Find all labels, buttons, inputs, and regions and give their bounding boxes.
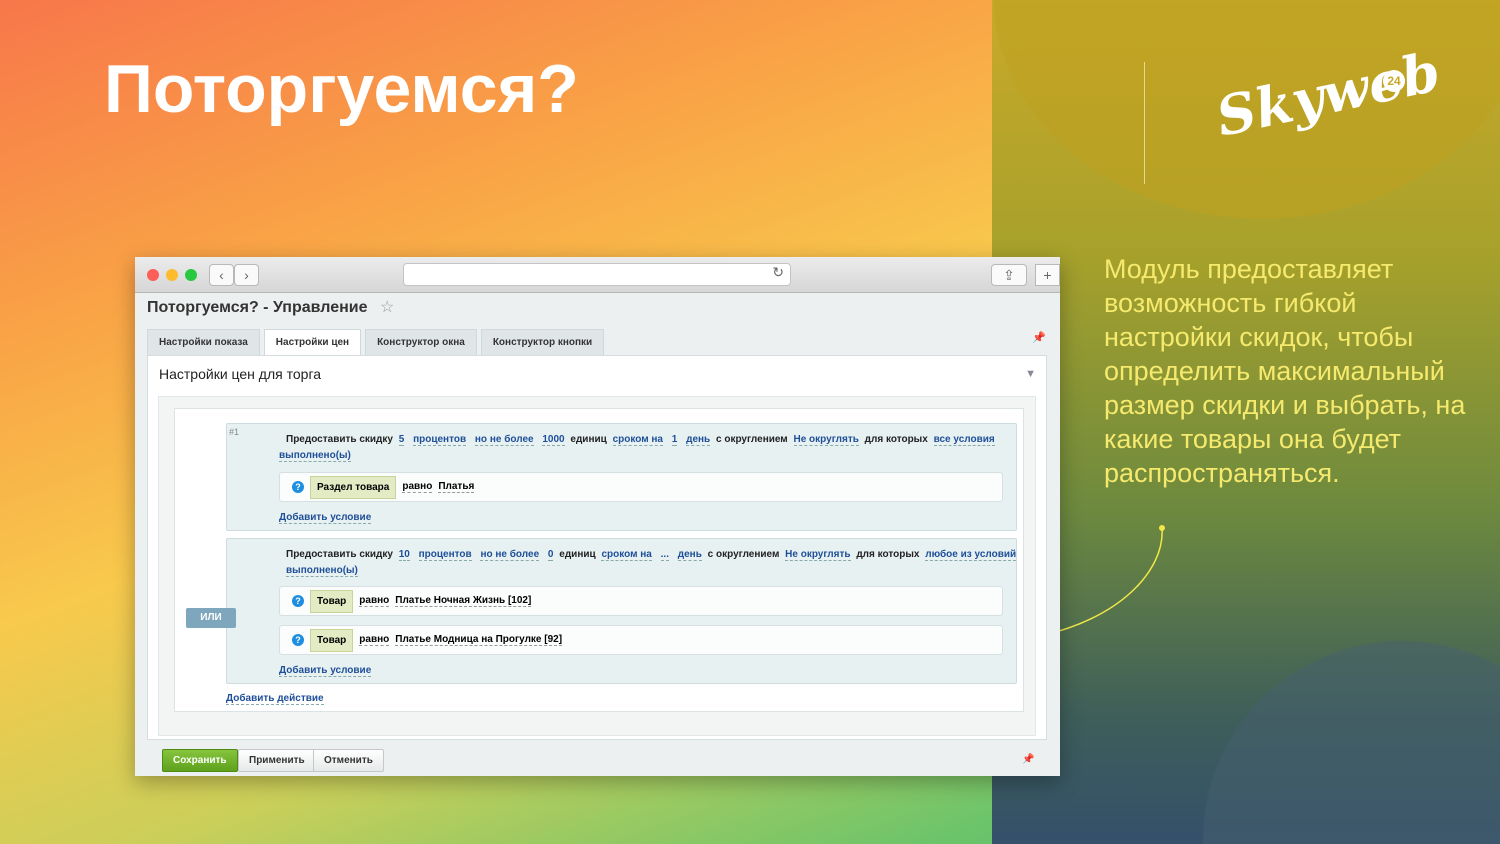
maximize-button[interactable] (185, 269, 197, 281)
browser-toolbar: ‹ › ↻ ⇪ + (135, 257, 1060, 293)
apply-button[interactable]: Применить (238, 749, 316, 772)
close-button[interactable] (147, 269, 159, 281)
condition-mode[interactable]: любое из условий (925, 549, 1016, 561)
condition-done[interactable]: выполнено(ы) (279, 450, 351, 462)
label: с округлением (708, 549, 780, 560)
tabs: Настройки показа Настройки цен Конструкт… (147, 329, 604, 355)
collapse-icon[interactable]: ▼ (1025, 368, 1036, 380)
address-bar[interactable]: ↻ (403, 263, 791, 286)
discount-unit[interactable]: процентов (419, 549, 472, 561)
tab-display-settings[interactable]: Настройки показа (147, 329, 260, 355)
condition-operator[interactable]: равно (359, 634, 389, 646)
action-2: Предоставить скидку 10 процентов но не б… (226, 538, 1017, 684)
limit-value[interactable]: 0 (548, 549, 554, 561)
limit-label[interactable]: но не более (475, 434, 534, 446)
discount-unit[interactable]: процентов (413, 434, 466, 446)
admin-page: Поторгуемся? - Управление ☆ Настройки по… (135, 293, 1060, 776)
condition-row: ? Товар равно Платье Модница на Прогулке… (279, 625, 1003, 655)
tab-button-builder[interactable]: Конструктор кнопки (481, 329, 604, 355)
save-button[interactable]: Сохранить (162, 749, 238, 772)
term-unit[interactable]: день (686, 434, 710, 446)
settings-panel: Настройки цен для торга ▼ #1 Предоставит… (147, 355, 1047, 740)
or-badge: или (186, 608, 236, 628)
condition-field[interactable]: Товар (310, 629, 353, 652)
rounding-select[interactable]: Не округлять (785, 549, 850, 561)
condition-mode[interactable]: все условия (934, 434, 995, 446)
term-label[interactable]: сроком на (601, 549, 651, 561)
condition-value[interactable]: Платье Ночная Жизнь [102] (395, 595, 531, 607)
minimize-button[interactable] (166, 269, 178, 281)
action-number: #1 (229, 427, 239, 437)
term-unit[interactable]: день (678, 549, 702, 561)
add-condition-link[interactable]: Добавить условие (279, 512, 371, 524)
browser-window: ‹ › ↻ ⇪ + Поторгуемся? - Управление ☆ На… (135, 257, 1060, 776)
discount-value[interactable]: 10 (399, 549, 410, 561)
limit-label[interactable]: но не более (480, 549, 539, 561)
help-icon[interactable]: ? (292, 595, 304, 607)
new-tab-icon[interactable]: + (1035, 264, 1060, 286)
pin-icon[interactable]: 📌 (1032, 331, 1046, 344)
label: с округлением (716, 434, 788, 445)
condition-row: ? Раздел товара равно Платья (279, 472, 1003, 502)
help-icon[interactable]: ? (292, 634, 304, 646)
page-title: Поторгуемся? - Управление (147, 299, 368, 316)
condition-operator[interactable]: равно (359, 595, 389, 607)
condition-field[interactable]: Раздел товара (310, 476, 396, 499)
condition-row: ? Товар равно Платье Ночная Жизнь [102] (279, 586, 1003, 616)
condition-done[interactable]: выполнено(ы) (286, 565, 358, 577)
term-label[interactable]: сроком на (613, 434, 663, 446)
star-icon[interactable]: ☆ (380, 299, 394, 316)
tab-window-builder[interactable]: Конструктор окна (365, 329, 477, 355)
rounding-select[interactable]: Не округлять (794, 434, 859, 446)
limit-value[interactable]: 1000 (542, 434, 564, 446)
tab-price-settings[interactable]: Настройки цен (264, 329, 361, 355)
discount-value[interactable]: 5 (399, 434, 405, 446)
term-value[interactable]: 1 (672, 434, 678, 446)
label: Предоставить скидку (286, 549, 393, 560)
term-value[interactable]: ... (661, 549, 669, 561)
label: для которых (856, 549, 919, 560)
label: единиц (570, 434, 606, 445)
reload-icon[interactable]: ↻ (772, 264, 784, 280)
label: Предоставить скидку (286, 434, 393, 445)
action-1: #1 Предоставить скидку 5 процентов но не… (226, 423, 1017, 531)
back-icon[interactable]: ‹ (209, 264, 234, 286)
condition-operator[interactable]: равно (402, 481, 432, 493)
condition-field[interactable]: Товар (310, 590, 353, 613)
panel-title: Настройки цен для торга (159, 366, 321, 382)
pin-icon[interactable]: 📌 (1022, 754, 1034, 765)
add-action-link[interactable]: Добавить действие (226, 693, 324, 705)
add-condition-link[interactable]: Добавить условие (279, 665, 371, 677)
cancel-button[interactable]: Отменить (313, 749, 384, 772)
label: единиц (559, 549, 595, 560)
help-icon[interactable]: ? (292, 481, 304, 493)
label: для которых (865, 434, 928, 445)
forward-icon[interactable]: › (234, 264, 259, 286)
condition-value[interactable]: Платья (438, 481, 474, 493)
condition-value[interactable]: Платье Модница на Прогулке [92] (395, 634, 562, 646)
share-icon[interactable]: ⇪ (991, 264, 1027, 286)
